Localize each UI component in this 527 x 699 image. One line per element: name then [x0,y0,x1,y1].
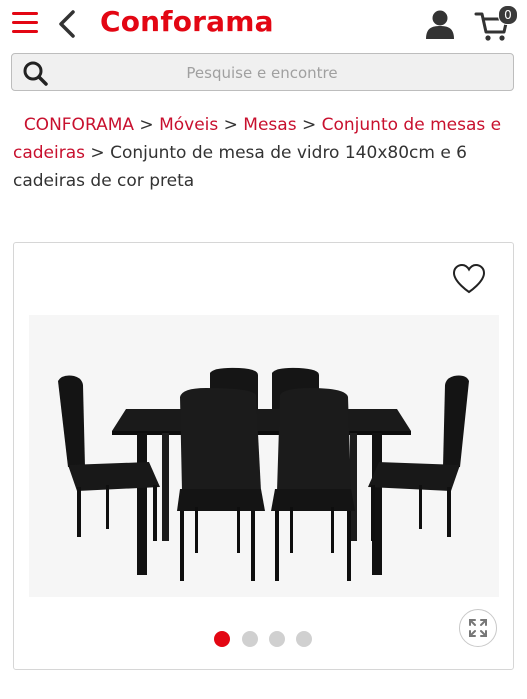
breadcrumb-separator: > [90,143,105,163]
header: Conforama 0 [0,0,527,50]
gallery-dot-2[interactable] [242,631,258,647]
expand-button[interactable] [459,609,497,647]
breadcrumb-link-mesas[interactable]: Mesas [243,115,296,135]
breadcrumb-separator: > [301,115,317,135]
chevron-left-icon[interactable] [56,9,78,39]
breadcrumb-link-conforama[interactable]: CONFORAMA [24,115,134,135]
user-icon[interactable] [424,8,456,40]
menu-icon[interactable] [12,12,38,36]
heart-icon[interactable] [452,263,486,295]
gallery-dot-3[interactable] [269,631,285,647]
cart-button[interactable]: 0 [474,5,518,42]
search-icon[interactable] [22,60,48,86]
gallery-pagination [214,631,324,647]
breadcrumb-separator: > [223,115,238,135]
breadcrumb: CONFORAMA > Móveis > Mesas > Conjunto de… [13,111,513,195]
breadcrumb-separator: > [139,115,154,135]
product-gallery [13,242,514,670]
brand-logo[interactable]: Conforama [100,5,274,38]
gallery-dot-4[interactable] [296,631,312,647]
gallery-dot-1[interactable] [214,631,230,647]
breadcrumb-link-moveis[interactable]: Móveis [159,115,218,135]
product-image[interactable] [29,315,499,597]
search-input[interactable] [60,56,464,90]
expand-icon [469,619,487,637]
search-bar [11,53,514,91]
cart-count-badge: 0 [498,5,518,25]
